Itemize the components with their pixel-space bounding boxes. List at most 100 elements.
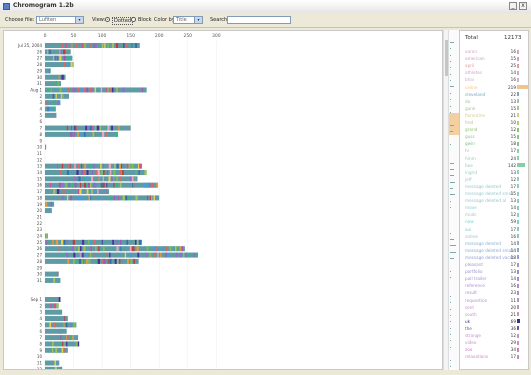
title-segment[interactable] (107, 258, 109, 264)
title-segment[interactable] (51, 347, 54, 353)
title-segment[interactable] (146, 182, 149, 188)
title-segment[interactable] (46, 233, 47, 239)
title-segment[interactable] (143, 182, 146, 188)
title-segment[interactable] (82, 258, 84, 264)
title-segment[interactable] (81, 43, 84, 48)
title-segment[interactable] (116, 163, 119, 169)
title-segment[interactable] (135, 43, 137, 48)
title-segment[interactable] (135, 239, 137, 245)
title-segment[interactable] (64, 316, 65, 322)
title-segment[interactable] (58, 74, 60, 80)
title-segment[interactable] (108, 163, 111, 169)
title-list-item[interactable]: celine 219 (460, 84, 528, 91)
title-segment[interactable] (66, 252, 69, 258)
title-segment[interactable] (179, 252, 183, 258)
title-list-item[interactable]: portfolio 13 (460, 268, 528, 275)
title-segment[interactable] (129, 43, 131, 48)
title-segment[interactable] (50, 182, 51, 188)
title-segment[interactable] (59, 170, 62, 175)
title-segment[interactable] (77, 163, 80, 169)
title-segment[interactable] (99, 125, 101, 131)
title-list-item[interactable]: guss 15 (460, 133, 528, 140)
title-segment[interactable] (107, 125, 110, 131)
timeline-bar[interactable] (45, 277, 61, 283)
title-list-item[interactable]: grand 12 (460, 126, 528, 133)
timeline-bar[interactable] (45, 258, 139, 264)
title-segment[interactable] (74, 195, 77, 201)
title-segment[interactable] (77, 341, 80, 347)
title-segment[interactable] (68, 182, 70, 188)
title-segment[interactable] (131, 43, 133, 48)
title-segment[interactable] (66, 239, 69, 245)
title-segment[interactable] (78, 195, 81, 201)
title-segment[interactable] (102, 182, 105, 188)
title-segment[interactable] (119, 239, 122, 245)
title-segment[interactable] (71, 246, 75, 252)
title-segment[interactable] (113, 170, 116, 175)
title-segment[interactable] (103, 189, 105, 195)
title-segment[interactable] (48, 239, 51, 245)
title-segment[interactable] (92, 182, 95, 188)
title-segment[interactable] (50, 87, 52, 93)
title-segment[interactable] (55, 366, 57, 369)
title-segment[interactable] (127, 195, 130, 201)
title-segment[interactable] (58, 309, 60, 315)
title-segment[interactable] (102, 246, 105, 252)
title-segment[interactable] (78, 189, 79, 195)
title-segment[interactable] (129, 258, 131, 264)
timeline-bar[interactable] (45, 93, 69, 99)
title-segment[interactable] (81, 163, 83, 169)
title-segment[interactable] (89, 239, 92, 245)
title-segment[interactable] (59, 55, 62, 61)
close-button[interactable]: x (519, 2, 527, 10)
title-segment[interactable] (65, 322, 68, 328)
title-segment[interactable] (62, 189, 65, 195)
title-segment[interactable] (49, 68, 50, 74)
title-segment[interactable] (83, 43, 87, 48)
title-segment[interactable] (153, 252, 156, 258)
title-segment[interactable] (156, 246, 158, 252)
title-segment[interactable] (100, 87, 103, 93)
title-segment[interactable] (62, 93, 64, 99)
title-segment[interactable] (95, 170, 98, 175)
timeline-bar[interactable] (45, 144, 47, 150)
title-segment[interactable] (85, 252, 88, 258)
minimize-button[interactable]: _ (509, 2, 517, 10)
title-segment[interactable] (160, 252, 162, 258)
title-segment[interactable] (83, 176, 85, 182)
title-segment[interactable] (102, 176, 104, 182)
title-list-item[interactable]: aaron 16 (460, 48, 528, 55)
title-segment[interactable] (74, 246, 76, 252)
title-segment[interactable] (74, 87, 77, 93)
title-segment[interactable] (52, 239, 54, 245)
title-segment[interactable] (88, 239, 90, 245)
title-list-item[interactable]: result 23 (460, 289, 528, 296)
title-list-item[interactable]: bhai 16 (460, 76, 528, 83)
title-segment[interactable] (62, 87, 66, 93)
title-segment[interactable] (66, 125, 68, 131)
title-segment[interactable] (57, 55, 59, 61)
title-list-item[interactable]: american 15 (460, 55, 528, 62)
title-segment[interactable] (114, 163, 116, 169)
title-segment[interactable] (175, 246, 177, 252)
color-by-select[interactable]: Title ▾ (173, 16, 203, 24)
title-segment[interactable] (94, 125, 97, 131)
title-segment[interactable] (122, 195, 125, 201)
title-segment[interactable] (136, 246, 139, 252)
title-segment[interactable] (77, 131, 79, 137)
title-list-item[interactable]: uk 69 (460, 318, 528, 325)
title-segment[interactable] (70, 322, 72, 328)
title-segment[interactable] (49, 322, 52, 328)
title-segment[interactable] (63, 62, 66, 68)
title-segment[interactable] (102, 258, 104, 264)
title-list-item[interactable]: pleasant 17 (460, 261, 528, 268)
title-segment[interactable] (146, 246, 149, 252)
title-segment[interactable] (72, 335, 74, 341)
title-segment[interactable] (63, 55, 66, 61)
title-segment[interactable] (106, 189, 108, 195)
title-list-item[interactable]: message deleted al 13 (460, 197, 528, 204)
title-segment[interactable] (61, 74, 64, 80)
timeline-bar[interactable] (45, 195, 160, 201)
title-segment[interactable] (153, 246, 156, 252)
title-segment[interactable] (58, 297, 61, 302)
